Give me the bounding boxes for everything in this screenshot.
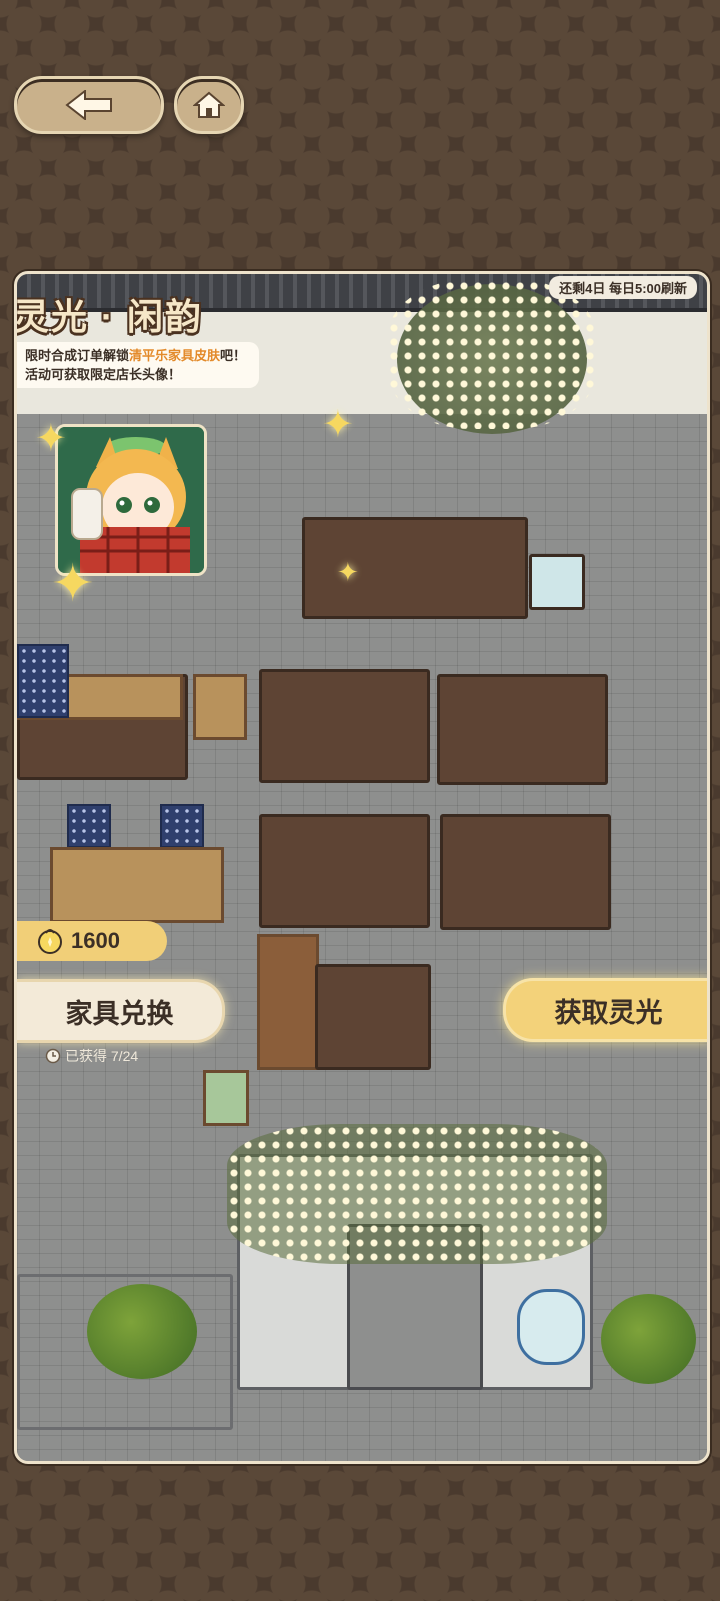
tea-table[interactable] <box>259 669 430 783</box>
arrow-left-icon <box>65 90 112 120</box>
cat-girl-portrait-icon <box>58 427 204 573</box>
stool[interactable] <box>193 674 247 740</box>
currency-amount: 1600 <box>71 928 120 953</box>
sparkle-icon: ✦ <box>35 418 67 460</box>
garden-bed-left <box>17 1274 233 1430</box>
back-button[interactable] <box>14 76 164 134</box>
cushion-3[interactable] <box>160 804 204 848</box>
cushion-1[interactable] <box>17 644 69 718</box>
collection-progress-text: 已获得 7/24 <box>65 1048 139 1064</box>
blossom-flowers-decor <box>387 279 597 429</box>
event-timer-badge: 还剩4日 每日5:00刷新 <box>549 276 697 299</box>
snack-shelf[interactable] <box>437 674 608 785</box>
gold-coin-icon <box>38 929 62 954</box>
dish-table[interactable] <box>259 814 430 928</box>
sparkle-icon: ✦ <box>322 404 354 446</box>
sparkle-icon: ✦ <box>337 557 359 587</box>
side-stool[interactable] <box>203 1070 249 1126</box>
low-table[interactable] <box>50 847 224 923</box>
clock-icon <box>45 1048 61 1064</box>
get-light-button[interactable]: 获取灵光 <box>503 978 707 1042</box>
sparkle-icon: ✦ <box>51 555 95 613</box>
collection-progress: 已获得 7/24 <box>45 1046 138 1066</box>
blue-jar[interactable] <box>517 1289 585 1365</box>
event-desc-text: 限时合成订单解锁 <box>25 348 130 363</box>
event-title: 灵光 · 闲韵 <box>14 296 203 337</box>
currency-counter: 1600 <box>17 921 167 961</box>
event-desc-highlight: 清平乐家具皮肤 <box>129 348 221 363</box>
vine-flowers-decor <box>227 1124 607 1264</box>
home-button[interactable] <box>174 76 244 134</box>
shrub-right <box>601 1294 696 1384</box>
counter-table[interactable] <box>302 517 528 619</box>
home-icon <box>193 91 225 118</box>
event-description: 限时合成订单解锁清平乐家具皮肤吧！活动可获取限定店长头像！ <box>17 342 259 388</box>
steamer-stand[interactable] <box>257 934 319 1070</box>
bun-table[interactable] <box>315 964 431 1070</box>
vase-stand[interactable] <box>529 554 585 610</box>
cooking-table[interactable] <box>440 814 611 930</box>
cushion-2[interactable] <box>67 804 111 848</box>
furniture-exchange-button[interactable]: 家具兑换 <box>17 979 225 1043</box>
shop-scene[interactable]: 还剩4日 每日5:00刷新 灵光 · 闲韵 限时合成订单解锁清平乐家具皮肤吧！活… <box>14 271 710 1464</box>
